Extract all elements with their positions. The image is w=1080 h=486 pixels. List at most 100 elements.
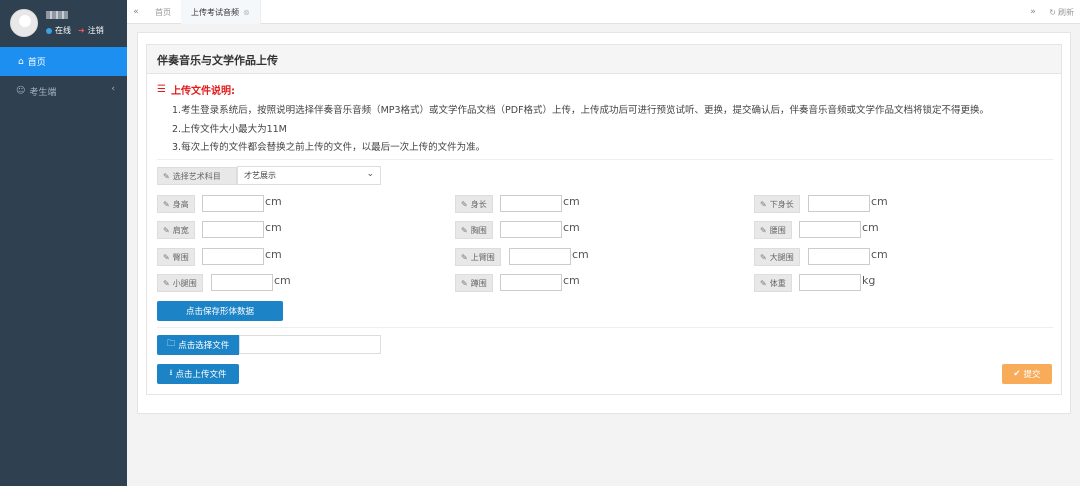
save-body-data-button[interactable]: 点击保存形体数据 [157,301,283,321]
upper-arm-input[interactable] [509,248,571,265]
scroll-tabs-left-button[interactable]: « [127,0,145,24]
online-dot-icon [46,27,52,34]
calf-label: ✎ 小腿围 [157,274,203,292]
close-tab-icon[interactable]: ⊗ [243,8,250,17]
lower-body-length-label: ✎ 下身长 [754,195,800,213]
waist-input[interactable] [799,221,861,238]
button-label: 提交 [1023,370,1041,380]
shoulder-width-input[interactable] [202,221,264,238]
edit-icon: ✎ [461,225,468,235]
edit-icon: ✎ [163,225,170,235]
crouch-label: ✎ 蹲围 [455,274,493,292]
sidebar-item-label: 考生端 [29,87,57,98]
subject-label: ✎ 选择艺术科目 [157,167,237,185]
height-label: ✎ 身高 [157,195,195,213]
unit: cm [265,248,282,261]
notice-line: 3.每次上传的文件都会替换之前上传的文件，以最后一次上传的文件为准。 [172,142,486,153]
sidebar-item-label: 首页 [27,58,46,68]
unit: cm [871,195,888,208]
profile: 在线 ➜ 注销 [0,0,127,47]
double-chevron-right-icon: » [1030,7,1036,17]
edit-icon: ✎ [461,199,468,209]
unit: cm [265,195,282,208]
notice-line: 2.上传文件大小最大为11M [172,124,287,135]
unit: cm [265,221,282,234]
label-text: 臀围 [172,252,189,262]
chest-label: ✎ 胸围 [455,221,493,239]
edit-icon: ✎ [461,252,468,262]
home-icon: ⌂ [18,56,24,67]
arm-label: ✎ 臀围 [157,248,195,266]
tab-home[interactable]: 首页 [145,0,182,24]
unit: cm [572,248,589,261]
online-status: 在线 [55,26,71,35]
label-text: 下身长 [769,199,794,209]
shoulder-width-label: ✎ 肩宽 [157,221,195,239]
chevron-left-icon: ‹ [111,84,115,94]
edit-icon: ✎ [163,171,170,181]
label-text: 蹲围 [470,278,487,288]
unit: cm [274,274,291,287]
upload-panel: 伴奏音乐与文学作品上传 ☰ 上传文件说明: 1.考生登录系统后，按照说明选择伴奏… [146,44,1062,395]
weight-input[interactable] [799,274,861,291]
label-text: 小腿围 [172,278,197,288]
edit-icon: ✎ [760,278,767,288]
upload-file-button[interactable]: ⭳ 点击上传文件 [157,364,239,384]
panel-title: 伴奏音乐与文学作品上传 [147,45,1061,74]
unit: cm [862,221,879,234]
edit-icon: ✎ [760,252,767,262]
upload-icon: ⭳ [169,368,173,378]
arm-input[interactable] [202,248,264,265]
label-text: 大腿围 [769,252,794,262]
refresh-button[interactable]: ↻ 刷新 [1049,0,1074,24]
chest-input[interactable] [500,221,562,238]
label-text: 胸围 [470,225,487,235]
divider [157,327,1053,328]
logout-icon[interactable]: ➜ [78,26,85,35]
unit: cm [871,248,888,261]
double-chevron-left-icon: « [133,7,139,17]
refresh-label: 刷新 [1058,7,1074,17]
logout-link[interactable]: 注销 [88,25,104,36]
label-text: 身高 [172,199,189,209]
button-label: 点击上传文件 [175,370,227,380]
sidebar: 在线 ➜ 注销 ⌂ 首页 ☺ 考生端 ‹ [0,0,127,486]
scroll-tabs-right-button[interactable]: » [1024,0,1042,24]
user-icon: ☺ [16,86,26,96]
unit: cm [563,195,580,208]
lower-body-length-input[interactable] [808,195,870,212]
refresh-icon: ↻ [1049,7,1056,17]
divider [157,159,1053,160]
height-input[interactable] [202,195,264,212]
subject-select[interactable]: 才艺展示 ⌄ [237,166,381,185]
label-text: 身长 [470,199,487,209]
edit-icon: ✎ [163,252,170,262]
crouch-input[interactable] [500,274,562,291]
select-value: 才艺展示 [244,171,276,180]
tab-bar: « 首页 上传考试音频 ⊗ » ↻ 刷新 [127,0,1080,24]
label-text: 选择艺术科目 [172,171,221,181]
label-text: 上臂围 [470,252,495,262]
notice-line: 1.考生登录系统后，按照说明选择伴奏音乐音频（MP3格式）或文学作品文档（PDF… [172,105,990,116]
unit: cm [563,221,580,234]
tab-upload-audio[interactable]: 上传考试音频 ⊗ [181,0,261,24]
choose-file-button[interactable]: 🗀 点击选择文件 [157,335,239,355]
edit-icon: ✎ [461,278,468,288]
sidebar-item-student[interactable]: ☺ 考生端 ‹ [0,80,127,102]
body-length-input[interactable] [500,195,562,212]
thigh-input[interactable] [808,248,870,265]
avatar [10,9,38,37]
label-text: 腰围 [769,225,786,235]
calf-input[interactable] [211,274,273,291]
button-label: 点击选择文件 [178,341,230,351]
submit-button[interactable]: ✔ 提交 [1002,364,1052,384]
sidebar-item-home[interactable]: ⌂ 首页 [0,47,127,76]
upper-arm-label: ✎ 上臂围 [455,248,501,266]
file-name-field[interactable] [239,335,381,354]
notice-title: ☰ 上传文件说明: [157,82,235,97]
waist-label: ✎ 腰围 [754,221,792,239]
user-name-masked [46,11,68,19]
thigh-label: ✎ 大腿围 [754,248,800,266]
tab-label: 首页 [155,7,171,17]
label-text: 肩宽 [172,225,189,235]
